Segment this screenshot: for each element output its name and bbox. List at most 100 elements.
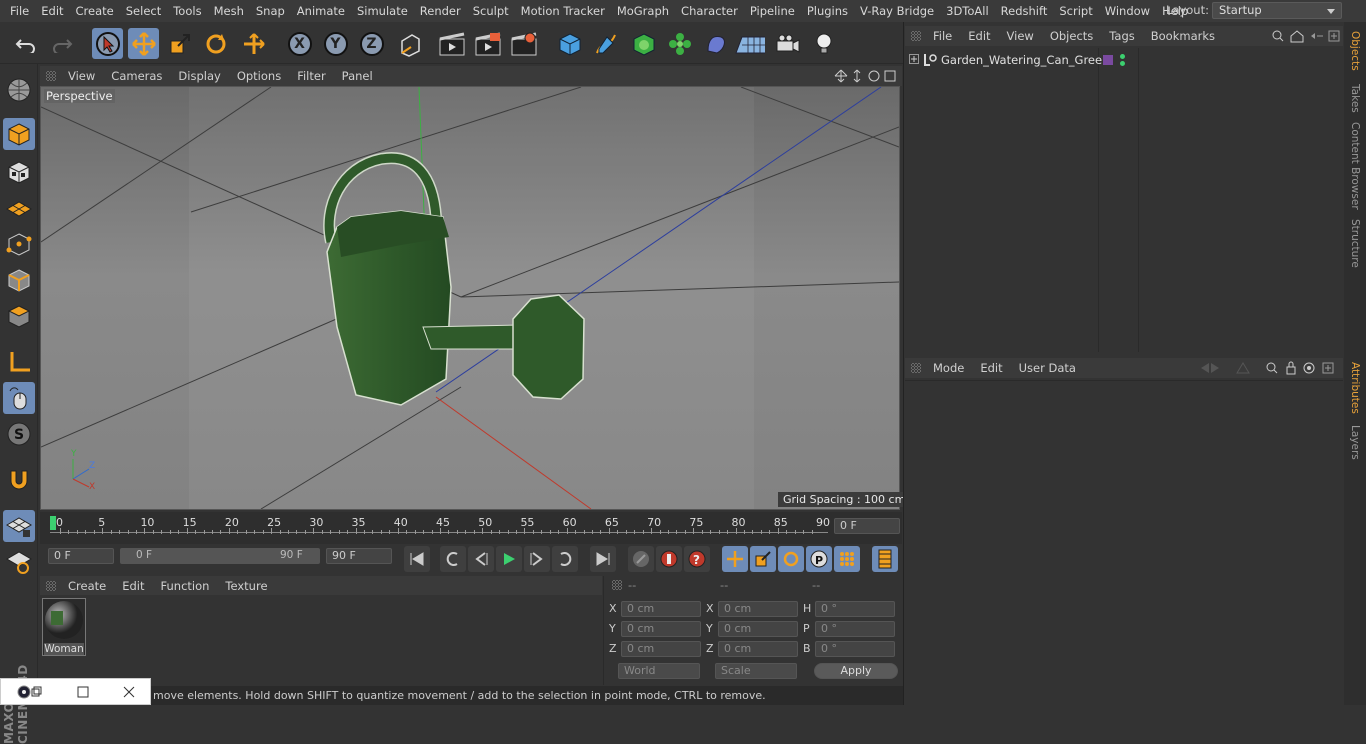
coord-value-field[interactable]: 0 cm — [718, 641, 798, 657]
viewport-menu-cameras[interactable]: Cameras — [103, 69, 170, 83]
expand-plus-icon[interactable] — [909, 54, 919, 64]
material-menu-texture[interactable]: Texture — [217, 579, 275, 593]
menu-render[interactable]: Render — [414, 4, 467, 18]
layer-color-swatch[interactable] — [1103, 55, 1113, 65]
floor-button[interactable] — [734, 28, 765, 59]
menu-select[interactable]: Select — [120, 4, 167, 18]
previous-frame-button[interactable] — [468, 546, 494, 572]
transform-tool-button[interactable] — [238, 28, 269, 59]
render-to-picture-viewer-button[interactable] — [472, 28, 503, 59]
menu-tools[interactable]: Tools — [167, 4, 207, 18]
locked-workplane-button[interactable] — [3, 546, 35, 578]
next-frame-button[interactable] — [524, 546, 550, 572]
object-name[interactable]: Garden_Watering_Can_Green — [941, 53, 1109, 67]
tab-takes[interactable]: Takes — [1346, 80, 1364, 116]
key-pla-button[interactable] — [834, 546, 860, 572]
model-mode-button[interactable] — [3, 118, 35, 150]
menu-motion-tracker[interactable]: Motion Tracker — [515, 4, 611, 18]
viewport-camera-label[interactable]: Perspective — [44, 89, 115, 103]
coordinate-space-select[interactable]: World — [618, 663, 700, 679]
render-view-button[interactable] — [436, 28, 467, 59]
light-button[interactable] — [808, 28, 839, 59]
menu-window[interactable]: Window — [1099, 4, 1156, 18]
go-to-start-button[interactable] — [404, 546, 430, 572]
menu-redshift[interactable]: Redshift — [995, 4, 1054, 18]
scale-tool-button[interactable] — [164, 28, 195, 59]
coord-value-field[interactable]: 0 ° — [815, 601, 895, 617]
rotate-tool-button[interactable] — [200, 28, 231, 59]
restore-icon[interactable] — [31, 686, 43, 698]
live-selection-button[interactable] — [92, 28, 123, 59]
timeline-window-button[interactable] — [872, 546, 898, 572]
current-frame-field[interactable]: 0 F — [834, 518, 900, 534]
tab-structure[interactable]: Structure — [1346, 216, 1364, 270]
go-to-end-button[interactable] — [590, 546, 616, 572]
end-frame-field[interactable]: 90 F — [326, 548, 392, 564]
viewport-menu-options[interactable]: Options — [229, 69, 289, 83]
menu-script[interactable]: Script — [1053, 4, 1098, 18]
menu-pipeline[interactable]: Pipeline — [744, 4, 801, 18]
frame-range-slider[interactable]: 0 F 90 F — [120, 548, 320, 564]
texture-mode-button[interactable] — [3, 156, 35, 188]
camera-button[interactable] — [772, 28, 803, 59]
viewport-menu-display[interactable]: Display — [170, 69, 228, 83]
tab-content-browser[interactable]: Content Browser — [1346, 120, 1364, 212]
autokey-button[interactable] — [656, 546, 682, 572]
coordinate-mode-select[interactable]: Scale — [715, 663, 797, 679]
perspective-viewport[interactable]: Y Z X — [40, 86, 900, 510]
menu-mograph[interactable]: MoGraph — [611, 4, 675, 18]
key-scale-button[interactable] — [750, 546, 776, 572]
menu-animate[interactable]: Animate — [291, 4, 351, 18]
menu-edit[interactable]: Edit — [35, 4, 69, 18]
solo-mode-button[interactable]: S — [3, 418, 35, 450]
coord-value-field[interactable]: 0 cm — [621, 641, 701, 657]
menu-simulate[interactable]: Simulate — [351, 4, 414, 18]
objects-menu-objects[interactable]: Objects — [1042, 29, 1101, 43]
viewport-menu-panel[interactable]: Panel — [334, 69, 381, 83]
subdivision-surface-button[interactable] — [628, 28, 659, 59]
maximize-icon[interactable] — [77, 686, 89, 698]
editor-visibility-dot[interactable] — [1120, 54, 1125, 59]
snap-button[interactable] — [3, 464, 35, 496]
tab-objects[interactable]: Objects — [1346, 26, 1364, 76]
deformer-button[interactable] — [700, 28, 731, 59]
key-position-button[interactable] — [722, 546, 748, 572]
points-mode-button[interactable] — [3, 228, 35, 260]
objects-menu-edit[interactable]: Edit — [960, 29, 998, 43]
menu-plugins[interactable]: Plugins — [801, 4, 854, 18]
previous-key-button[interactable] — [440, 546, 466, 572]
axis-mode-button[interactable] — [3, 346, 35, 378]
z-axis-lock-button[interactable]: Z — [356, 28, 387, 59]
redo-button[interactable] — [46, 28, 77, 59]
tab-attributes[interactable]: Attributes — [1346, 358, 1364, 418]
objects-menu-bookmarks[interactable]: Bookmarks — [1143, 29, 1223, 43]
material-menu-function[interactable]: Function — [153, 579, 218, 593]
menu-character[interactable]: Character — [675, 4, 744, 18]
objects-menu-view[interactable]: View — [999, 29, 1042, 43]
move-tool-button[interactable] — [128, 28, 159, 59]
make-editable-button[interactable] — [3, 74, 35, 106]
coord-value-field[interactable]: 0 ° — [815, 641, 895, 657]
x-axis-lock-button[interactable]: X — [284, 28, 315, 59]
menu-file[interactable]: File — [4, 4, 35, 18]
coord-value-field[interactable]: 0 cm — [621, 621, 701, 637]
object-row[interactable]: Garden_Watering_Can_Green — [905, 50, 1343, 70]
keyframe-selection-button[interactable]: ? — [684, 546, 710, 572]
objects-menu-tags[interactable]: Tags — [1101, 29, 1142, 43]
material-menu-edit[interactable]: Edit — [114, 579, 152, 593]
menu-3dtoall[interactable]: 3DToAll — [940, 4, 995, 18]
menu-create[interactable]: Create — [70, 4, 120, 18]
cube-primitive-button[interactable] — [554, 28, 585, 59]
polygons-mode-button[interactable] — [3, 300, 35, 332]
tab-layers[interactable]: Layers — [1346, 424, 1364, 460]
coord-value-field[interactable]: 0 cm — [718, 621, 798, 637]
tweak-mode-button[interactable] — [3, 382, 35, 414]
undo-button[interactable] — [10, 28, 41, 59]
attribute-manager-nav-icons[interactable] — [1197, 361, 1341, 375]
apply-button[interactable]: Apply — [814, 663, 898, 679]
play-button[interactable] — [496, 546, 522, 572]
render-settings-button[interactable] — [508, 28, 539, 59]
material-woman[interactable]: Woman — [42, 598, 86, 656]
coord-value-field[interactable]: 0 cm — [718, 601, 798, 617]
pen-spline-button[interactable] — [590, 28, 621, 59]
